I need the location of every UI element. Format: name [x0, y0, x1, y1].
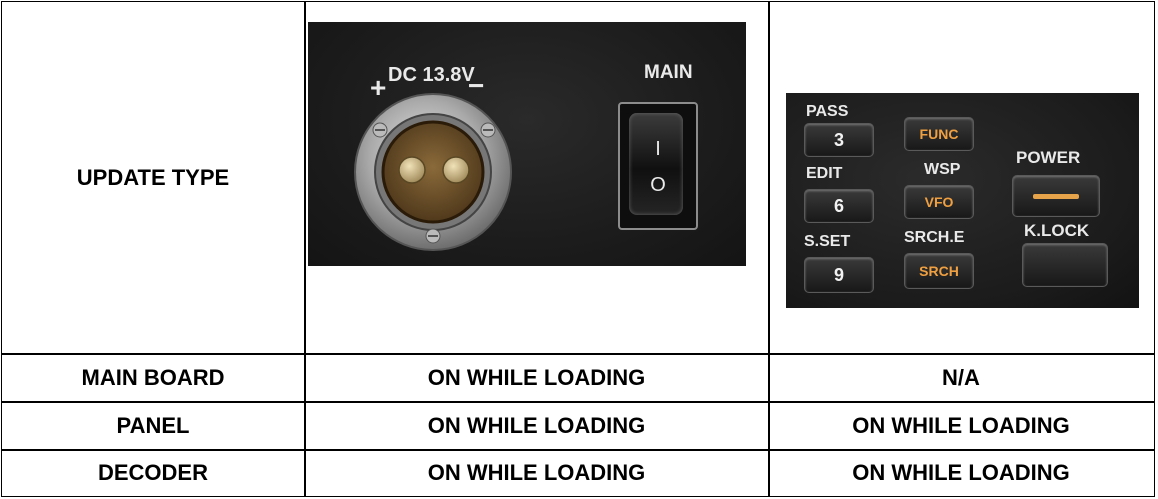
vfo-button[interactable]: VFO [904, 185, 974, 219]
row-decoder-type: DECODER [97, 460, 208, 485]
klock-label: K.LOCK [1024, 221, 1090, 240]
switch-on-mark: I [655, 138, 661, 160]
main-power-switch[interactable]: I O [618, 102, 698, 230]
func-button[interactable]: FUNC [904, 117, 974, 151]
power-indicator-icon [1033, 193, 1079, 199]
klock-button[interactable] [1022, 243, 1108, 287]
front-panel-photo: PASS EDIT S.SET WSP SRCH.E POWER K.LOCK … [786, 93, 1139, 308]
switch-off-mark: O [650, 174, 666, 196]
key-9-button[interactable]: 9 [804, 257, 874, 293]
row-panel-type: PANEL [116, 412, 190, 438]
power-label: POWER [1016, 148, 1081, 167]
srch-button[interactable]: SRCH [904, 253, 974, 289]
row-main-board-col2: N/A [942, 364, 980, 390]
power-button[interactable] [1012, 175, 1100, 217]
wsp-label: WSP [924, 161, 961, 178]
row-decoder-col2: ON WHILE LOADING [852, 460, 1070, 485]
header-update-type: UPDATE TYPE [76, 164, 230, 190]
pass-label: PASS [806, 103, 849, 120]
edit-label: EDIT [806, 165, 843, 182]
key-6-button[interactable]: 6 [804, 189, 874, 223]
row-panel-col2: ON WHILE LOADING [852, 412, 1070, 438]
srche-label: SRCH.E [904, 229, 965, 246]
row-decoder-col1: ON WHILE LOADING [427, 460, 646, 485]
row-panel-col1: ON WHILE LOADING [427, 412, 646, 438]
key-3-button[interactable]: 3 [804, 123, 874, 157]
row-main-board-type: MAIN BOARD [81, 364, 225, 390]
dc-power-switch-photo: + DC 13.8V − MAIN I O [308, 22, 746, 266]
sset-label: S.SET [804, 233, 851, 250]
row-main-board-col1: ON WHILE LOADING [427, 364, 646, 390]
